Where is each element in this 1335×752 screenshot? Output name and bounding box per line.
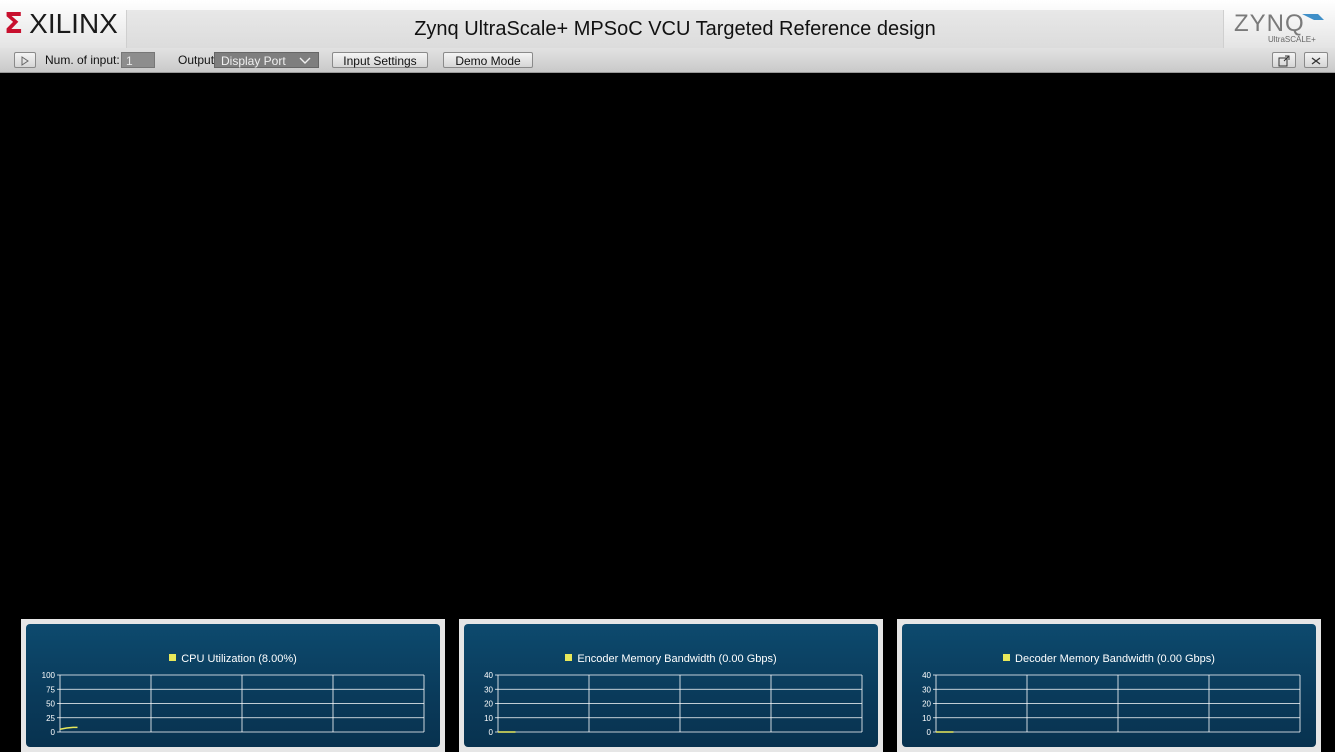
y-tick-label: 0 <box>489 728 494 737</box>
app-header: Σ XILINX Zynq UltraScale+ MPSoC VCU Targ… <box>0 0 1335 48</box>
encoder-chart: Encoder Memory Bandwidth (0.00 Gbps) 40 3… <box>464 624 878 747</box>
cpu-chart: CPU Utilization (8.00%) 100 75 50 25 0 <box>26 624 440 747</box>
y-tick-label: 30 <box>922 685 931 694</box>
zynq-sub-wordmark: UltraSCALE+ <box>1268 35 1316 44</box>
y-tick-label: 50 <box>46 700 55 709</box>
output-select[interactable]: Display Port <box>214 52 319 68</box>
title-bar: Zynq UltraScale+ MPSoC VCU Targeted Refe… <box>126 10 1224 48</box>
encoder-chart-panel: Encoder Memory Bandwidth (0.00 Gbps) 40 3… <box>459 619 883 752</box>
chart-plot: 40 30 20 10 0 <box>484 671 863 737</box>
y-tick-label: 0 <box>51 728 56 737</box>
decoder-chart-panel: Decoder Memory Bandwidth (0.00 Gbps) 40 3… <box>897 619 1321 752</box>
play-button[interactable] <box>14 52 36 68</box>
toolbar: Num. of input: 1 Output: Display Port In… <box>0 48 1335 73</box>
y-tick-label: 20 <box>922 700 931 709</box>
y-tick-label: 40 <box>484 671 493 680</box>
zynq-logo: ZYNQ UltraSCALE+ <box>1228 10 1328 46</box>
page-title: Zynq UltraScale+ MPSoC VCU Targeted Refe… <box>414 17 936 40</box>
close-icon <box>1311 57 1321 65</box>
zynq-wordmark: ZYNQ <box>1234 10 1305 37</box>
chevron-down-icon <box>299 57 311 64</box>
series-line <box>59 726 78 730</box>
demo-mode-button[interactable]: Demo Mode <box>443 52 533 68</box>
num-input-label: Num. of input: <box>45 53 120 67</box>
y-tick-label: 30 <box>484 685 493 694</box>
num-input-field[interactable]: 1 <box>121 52 155 68</box>
xilinx-logo: Σ XILINX <box>4 8 118 40</box>
video-display-area <box>0 73 1335 618</box>
cpu-chart-panel: CPU Utilization (8.00%) 100 75 50 25 0 <box>21 619 445 752</box>
chart-plot: 100 75 50 25 0 <box>42 671 425 737</box>
y-tick-label: 25 <box>46 714 55 723</box>
popout-icon <box>1278 55 1290 67</box>
close-button[interactable] <box>1304 52 1328 68</box>
y-tick-label: 40 <box>922 671 931 680</box>
y-tick-label: 75 <box>46 685 55 694</box>
input-settings-button[interactable]: Input Settings <box>332 52 428 68</box>
output-select-value: Display Port <box>221 54 286 68</box>
y-tick-label: 0 <box>927 728 932 737</box>
popout-button[interactable] <box>1272 52 1296 68</box>
play-icon <box>21 56 29 66</box>
xilinx-mark-icon: Σ <box>4 7 24 40</box>
y-tick-label: 20 <box>484 700 493 709</box>
decoder-chart: Decoder Memory Bandwidth (0.00 Gbps) 40 3… <box>902 624 1316 747</box>
y-tick-label: 10 <box>484 714 493 723</box>
y-tick-label: 100 <box>42 671 56 680</box>
output-label: Output: <box>178 53 218 67</box>
xilinx-wordmark: XILINX <box>29 8 118 39</box>
y-tick-label: 10 <box>922 714 931 723</box>
zynq-swoosh-icon <box>1302 14 1324 20</box>
chart-plot: 40 30 20 10 0 <box>922 671 1301 737</box>
